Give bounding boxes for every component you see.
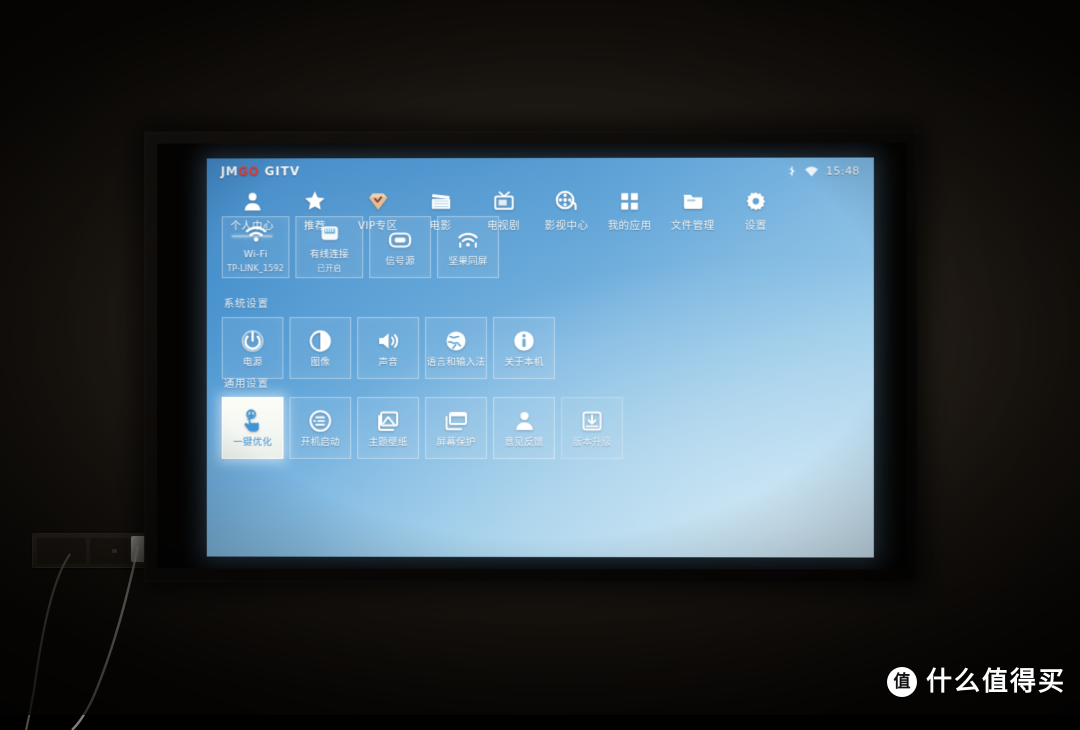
tile-network-2[interactable]: 信号源	[369, 216, 432, 279]
status-bar-right: 15:48	[787, 164, 860, 177]
projection-screen-frame: JMGO GITV 15:48 个人中心推荐 VIP专区 电影 电视剧 影视中心…	[144, 130, 919, 584]
tile-system-4[interactable]: 关于本机	[493, 316, 556, 380]
tile-general-5[interactable]: 版本升级	[561, 397, 624, 460]
tile-label: 声音	[378, 356, 398, 368]
gear-icon	[745, 188, 766, 212]
tile-label: 版本升级	[572, 436, 612, 448]
tile-network-1[interactable]: 有线连接 已开启	[295, 216, 364, 279]
section-general-settings: 通用设置一键优化 开机启动 主题壁纸 屏幕保护 意见反馈 版本升级	[221, 376, 624, 460]
tile-system-2[interactable]: 声音	[357, 317, 420, 379]
nav-item-label: 影视中心	[544, 219, 589, 232]
globe-icon	[444, 329, 468, 353]
nav-item-7[interactable]: 文件管理	[661, 188, 724, 233]
wifi-icon	[805, 166, 819, 176]
jmgo-gitv-logo: JMGO GITV	[221, 164, 300, 178]
tv-icon	[493, 188, 515, 212]
logo-text-go: GO	[238, 164, 260, 179]
nav-item-8[interactable]: 设置	[724, 188, 787, 233]
ethernet-icon	[318, 221, 341, 245]
clock: 15:48	[825, 164, 860, 178]
tile-row-system: 电源 图像 声音 语言和输入法 关于本机	[221, 316, 556, 380]
tile-system-1[interactable]: 图像	[289, 317, 352, 379]
tap-hand-icon	[241, 408, 265, 432]
star-icon	[303, 188, 326, 212]
cast-icon	[456, 228, 480, 252]
section-system-settings: 系统设置电源 图像 声音 语言和输入法 关于本机	[221, 296, 556, 380]
speaker-icon	[376, 329, 400, 353]
user-icon	[241, 188, 263, 212]
power-icon	[241, 329, 265, 353]
folder-icon	[682, 188, 704, 212]
upgrade-icon	[580, 409, 604, 433]
tile-label: 开机启动	[300, 436, 340, 448]
nav-item-label: 文件管理	[670, 219, 715, 232]
room-background: JMGO GITV 15:48 个人中心推荐 VIP专区 电影 电视剧 影视中心…	[0, 0, 1080, 730]
tile-label: 坚果同屏	[448, 255, 488, 267]
hdmi-icon	[388, 228, 412, 252]
tile-general-0[interactable]: 一键优化	[221, 396, 284, 459]
gitv-settings-home: JMGO GITV 15:48 个人中心推荐 VIP专区 电影 电视剧 影视中心…	[207, 157, 874, 557]
status-bar: JMGO GITV 15:48	[207, 157, 874, 184]
nav-item-6[interactable]: 我的应用	[598, 188, 661, 233]
diamond-icon	[367, 188, 389, 212]
projected-image: JMGO GITV 15:48 个人中心推荐 VIP专区 电影 电视剧 影视中心…	[206, 157, 874, 558]
tile-sublabel: TP-LINK_1592	[227, 264, 285, 274]
watermark: 值 什么值得买	[886, 667, 1066, 697]
tile-system-3[interactable]: 语言和输入法	[425, 317, 488, 379]
tile-label: 一键优化	[233, 436, 273, 448]
bluetooth-icon	[787, 164, 798, 177]
tile-general-1[interactable]: 开机启动	[289, 396, 352, 459]
apps-grid-icon	[619, 188, 640, 212]
tile-network-3[interactable]: 坚果同屏	[437, 216, 500, 279]
info-icon	[512, 328, 536, 352]
tile-row-general: 一键优化 开机启动 主题壁纸 屏幕保护 意见反馈 版本升级	[221, 396, 624, 460]
contrast-icon	[308, 329, 332, 353]
watermark-badge: 值	[886, 667, 917, 697]
nav-item-label: 我的应用	[607, 219, 652, 232]
tile-label: 主题壁纸	[368, 436, 408, 448]
film-reel-icon	[555, 188, 578, 212]
tile-label: Wi-Fi	[243, 249, 268, 261]
tile-label: 意见反馈	[504, 436, 544, 448]
watermark-text: 什么值得买	[925, 667, 1066, 697]
clapboard-icon	[430, 188, 452, 212]
nav-item-label: 设置	[744, 219, 767, 232]
section-network: Wi-Fi TP-LINK_1592 有线连接 已开启 信号源 坚果同屏	[221, 216, 500, 279]
tile-system-0[interactable]: 电源	[221, 317, 284, 379]
section-title-system: 系统设置	[223, 298, 269, 311]
logo-text-jm: JM	[220, 164, 239, 179]
tile-general-2[interactable]: 主题壁纸	[357, 396, 420, 459]
logo-text-gitv: GITV	[264, 164, 301, 179]
tile-label: 语言和输入法	[426, 356, 486, 368]
section-title-general: 通用设置	[223, 377, 269, 390]
tile-row-network: Wi-Fi TP-LINK_1592 有线连接 已开启 信号源 坚果同屏	[221, 216, 500, 279]
tile-sublabel: 已开启	[317, 264, 342, 274]
wallpaper-icon	[376, 408, 400, 432]
screensaver-icon	[444, 408, 468, 432]
tile-general-4[interactable]: 意见反馈	[493, 396, 556, 460]
boot-list-icon	[308, 408, 332, 432]
wifi-icon	[243, 221, 268, 245]
tile-label: 电源	[242, 356, 263, 368]
tile-general-3[interactable]: 屏幕保护	[425, 396, 488, 459]
tile-label: 屏幕保护	[436, 436, 476, 448]
outlet-socket-left	[37, 538, 86, 564]
tile-label: 信号源	[385, 255, 415, 267]
nav-item-5[interactable]: 影视中心	[535, 188, 598, 233]
wall-outlet	[32, 533, 146, 568]
tile-label: 图像	[310, 356, 331, 368]
projection-screen-surface: JMGO GITV 15:48 个人中心推荐 VIP专区 电影 电视剧 影视中心…	[157, 142, 908, 570]
tile-network-0[interactable]: Wi-Fi TP-LINK_1592	[221, 216, 290, 279]
tile-label: 有线连接	[309, 249, 349, 261]
tile-label: 关于本机	[504, 356, 544, 368]
person-icon	[513, 408, 536, 432]
